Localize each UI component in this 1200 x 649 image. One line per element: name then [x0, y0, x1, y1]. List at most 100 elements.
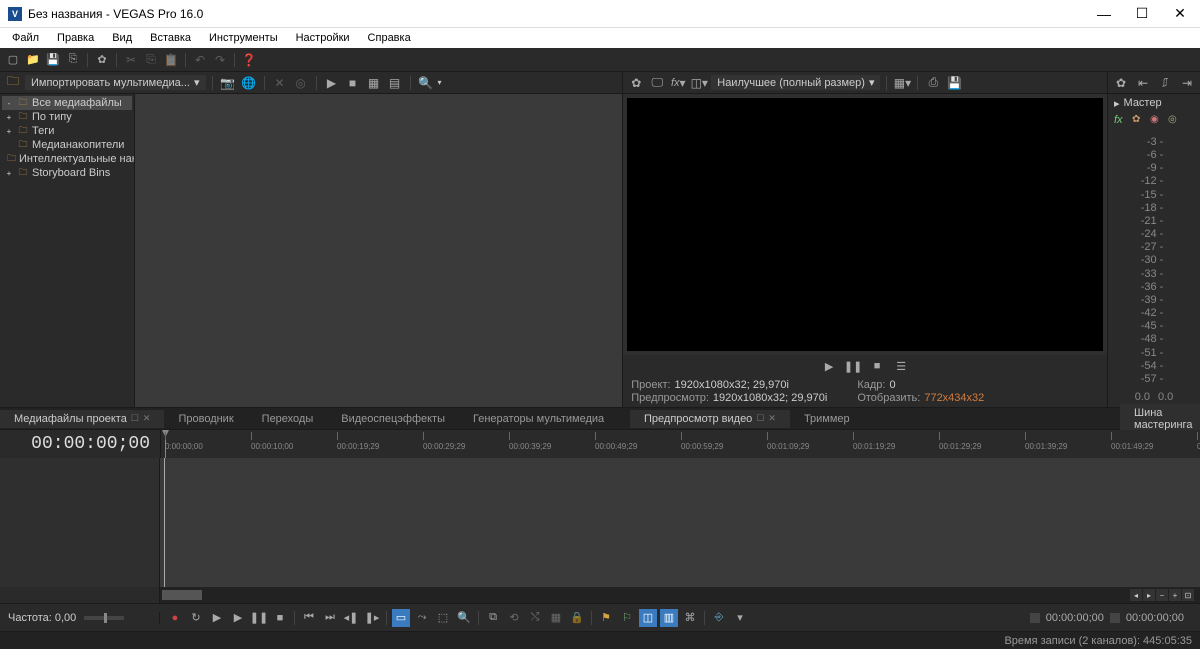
save-snapshot-button[interactable]: 💾 [945, 74, 963, 92]
region-button[interactable]: ⚐ [618, 609, 636, 627]
tab-видеоспецэффекты[interactable]: Видеоспецэффекты [327, 410, 459, 428]
stop-button[interactable]: ■ [271, 609, 289, 627]
pause-button[interactable]: ❚❚ [250, 609, 268, 627]
tab-close-icon[interactable]: ✕ [768, 413, 776, 424]
overlays-button[interactable]: ▦▾ [893, 74, 911, 92]
expand-icon[interactable]: + [4, 127, 14, 136]
envelope-tool[interactable]: ⤳ [413, 609, 431, 627]
master-next-button[interactable]: ⇥ [1178, 74, 1196, 92]
tab-pin-icon[interactable]: ☐ [131, 413, 139, 424]
automation-icon[interactable]: ◉ [1150, 114, 1164, 128]
scroll-right-button[interactable]: ▸ [1143, 589, 1155, 601]
tree-item[interactable]: -🗀Все медиафайлы [2, 96, 132, 110]
preview-pause-button[interactable]: ❚❚ [844, 357, 862, 375]
preview-settings-button[interactable]: ✿ [627, 74, 645, 92]
expand-icon[interactable]: - [4, 99, 14, 108]
play-button[interactable]: ▶ [229, 609, 247, 627]
preview-stop-button[interactable]: ■ [868, 357, 886, 375]
expand-icon[interactable]: ▸ [1114, 97, 1120, 110]
properties-button[interactable]: ✿ [93, 51, 111, 69]
tab-переходы[interactable]: Переходы [248, 410, 328, 428]
track-header-area[interactable] [0, 458, 160, 587]
timeline-ruler[interactable]: 0:00:00;0000:00:10;0000:00:19;2900:00:29… [160, 430, 1200, 458]
horizontal-scrollbar[interactable]: ◂ ▸ − + ⊡ [160, 587, 1200, 603]
tab-предпросмотр-видео[interactable]: Предпросмотр видео☐✕ [630, 410, 790, 428]
close-button[interactable]: ✕ [1168, 4, 1192, 24]
next-frame-button[interactable]: ❚▸ [363, 609, 381, 627]
prev-frame-button[interactable]: ◂❚ [342, 609, 360, 627]
menu-настройки[interactable]: Настройки [288, 30, 358, 46]
menu-справка[interactable]: Справка [360, 30, 419, 46]
remove-button[interactable]: ✕ [271, 74, 289, 92]
generate-button[interactable]: ⎆ [710, 609, 728, 627]
expand-icon[interactable]: + [4, 169, 14, 178]
expand-icon[interactable]: + [4, 113, 14, 122]
cut-button[interactable]: ✂ [122, 51, 140, 69]
record-button[interactable]: ● [166, 609, 184, 627]
menu-вставка[interactable]: Вставка [142, 30, 199, 46]
new-project-button[interactable]: ▢ [4, 51, 22, 69]
media-thumbnail-area[interactable] [135, 94, 622, 407]
cd-layout-button[interactable]: ◫ [639, 609, 657, 627]
tree-item[interactable]: 🗀Медианакопители [2, 138, 132, 152]
snapshot-button[interactable]: ⎙ [924, 74, 942, 92]
menu-инструменты[interactable]: Инструменты [201, 30, 286, 46]
tab-pin-icon[interactable]: ☐ [756, 413, 764, 424]
maximize-button[interactable]: ☐ [1130, 4, 1154, 24]
tree-item[interactable]: 🗀Интеллектуальные нак [2, 152, 132, 166]
scroll-left-button[interactable]: ◂ [1130, 589, 1142, 601]
copy-button[interactable]: ⎘ [142, 51, 160, 69]
more-button[interactable]: ▾ [731, 609, 749, 627]
menu-файл[interactable]: Файл [4, 30, 47, 46]
go-start-button[interactable]: ⏮ [300, 609, 318, 627]
timeline-tracks[interactable] [0, 458, 1200, 587]
video-preview-area[interactable] [627, 98, 1103, 351]
zoom-tool[interactable]: 🔍 [455, 609, 473, 627]
get-media-button[interactable]: 🌐 [240, 74, 258, 92]
view-grid-button[interactable]: ▦ [365, 74, 383, 92]
normal-edit-tool[interactable]: ▭ [392, 609, 410, 627]
split-screen-button[interactable]: ◫▾ [690, 74, 708, 92]
rate-slider[interactable] [84, 616, 124, 620]
stop-media-button[interactable]: ■ [344, 74, 362, 92]
menu-вид[interactable]: Вид [104, 30, 140, 46]
capture-button[interactable]: 📷 [219, 74, 237, 92]
fx-icon[interactable]: fx [1114, 114, 1128, 128]
command-button[interactable]: ⌘ [681, 609, 699, 627]
tab-close-icon[interactable]: ✕ [143, 413, 151, 424]
timecode-display[interactable]: 00:00:00;00 [0, 430, 160, 458]
tree-item[interactable]: +🗀Теги [2, 124, 132, 138]
minimize-button[interactable]: — [1092, 4, 1116, 24]
lock-button[interactable]: 🔒 [568, 609, 586, 627]
master-settings-button[interactable]: ✿ [1112, 74, 1130, 92]
marker-button[interactable]: ⚑ [597, 609, 615, 627]
undo-button[interactable]: ↶ [191, 51, 209, 69]
tab-медиафайлы-проекта[interactable]: Медиафайлы проекта☐✕ [0, 410, 164, 428]
external-monitor-button[interactable]: 🖵 [648, 74, 666, 92]
play-start-button[interactable]: ▶ [208, 609, 226, 627]
auto-crossfade-button[interactable]: ⤭ [526, 609, 544, 627]
gear-icon[interactable]: ✿ [1132, 114, 1146, 128]
video-fx-button[interactable]: fx▾ [669, 74, 687, 92]
out-flag-icon[interactable] [1110, 613, 1120, 623]
tab-триммер[interactable]: Триммер [790, 410, 864, 428]
tab-генераторы-мультимедиа[interactable]: Генераторы мультимедиа [459, 410, 618, 428]
properties-media-button[interactable]: ◎ [292, 74, 310, 92]
selection-tool[interactable]: ⬚ [434, 609, 452, 627]
tree-item[interactable]: +🗀Storyboard Bins [2, 166, 132, 180]
go-end-button[interactable]: ⏭ [321, 609, 339, 627]
tree-item[interactable]: +🗀По типу [2, 110, 132, 124]
import-media-button[interactable]: Импортировать мультимедиа... ▾ [25, 75, 206, 90]
master-fader-button[interactable]: ⎎ [1156, 74, 1174, 92]
zoom-fit-button[interactable]: ⊡ [1182, 589, 1194, 601]
track-body-area[interactable] [160, 458, 1200, 587]
help-button[interactable]: ❓ [240, 51, 258, 69]
tab-шина-мастеринга[interactable]: Шина мастеринга [1120, 404, 1200, 434]
zoom-in-button[interactable]: + [1169, 589, 1181, 601]
open-button[interactable]: 📁 [24, 51, 42, 69]
zoom-media-button[interactable]: 🔍 [417, 74, 435, 92]
cd-index-button[interactable]: ▥ [660, 609, 678, 627]
play-media-button[interactable]: ▶ [323, 74, 341, 92]
scrollbar-thumb[interactable] [162, 590, 202, 600]
loop-button[interactable]: ↻ [187, 609, 205, 627]
